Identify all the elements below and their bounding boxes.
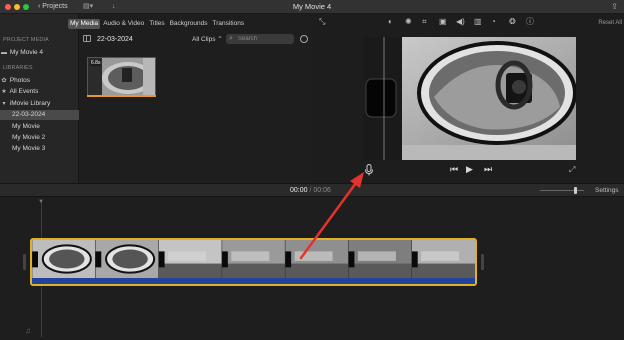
layout-icon[interactable]: ▤▾ <box>83 2 93 12</box>
sidebar-item-all-events[interactable]: ★ All Events <box>0 87 79 97</box>
window-title: My Movie 4 <box>292 2 332 11</box>
noise-equalizer-icon[interactable]: ▥ <box>474 17 482 27</box>
download-arrow-icon[interactable]: ↓ <box>112 2 116 12</box>
timeline-header: 00:00 / 00:06 Settings <box>0 183 624 197</box>
timeline-settings-button[interactable]: Settings <box>595 187 619 195</box>
speed-icon[interactable]: ◔ <box>491 17 496 27</box>
play-icon[interactable]: ▶ <box>466 163 473 175</box>
zoom-window-button[interactable] <box>23 4 29 10</box>
film-icon: ▬ <box>1 50 7 56</box>
clip-used-indicator <box>87 95 156 97</box>
clip-filmstrip <box>32 240 475 278</box>
playhead-marker-icon[interactable]: ▼ <box>38 199 44 205</box>
tab-my-media[interactable]: My Media <box>68 19 101 29</box>
share-icon[interactable]: ⇪ <box>611 2 618 12</box>
timeline-left-handle[interactable] <box>23 254 26 270</box>
stabilization-icon[interactable]: ▣ <box>439 17 447 27</box>
viewer-video-frame <box>364 37 576 160</box>
color-correction-icon[interactable]: ✺ <box>405 17 412 27</box>
chevron-left-icon: ‹ <box>38 3 41 10</box>
photos-icon: ✿ <box>1 78 7 84</box>
sidebar-event-22-03-2024[interactable]: 22-03-2024 <box>0 110 79 120</box>
time-separator: / <box>309 187 312 194</box>
mic-glyph <box>365 164 373 176</box>
sidebar-event-my-movie-3[interactable]: My Movie 3 <box>0 144 79 154</box>
filmstrip-frame <box>158 240 222 278</box>
filmstrip-frame <box>411 240 475 278</box>
timecode: 00:00 / 00:06 <box>290 187 331 195</box>
current-time: 00:00 <box>290 187 308 194</box>
sidebar-event-my-movie-2[interactable]: My Movie 2 <box>0 133 79 143</box>
skip-back-icon[interactable]: ⏮ <box>450 163 458 175</box>
tab-transitions[interactable]: Transitions <box>211 19 247 29</box>
media-clip-thumbnail[interactable]: 6.8s <box>87 57 156 97</box>
sidebar-item-imovie-library[interactable]: ▾ iMovie Library <box>0 99 79 109</box>
sidebar-item-my-movie-4[interactable]: ▬ My Movie 4 <box>0 48 79 58</box>
reset-all-button[interactable]: Reset All <box>598 20 622 26</box>
close-window-button[interactable] <box>5 4 11 10</box>
tab-audio-video[interactable]: Audio & Video <box>101 19 146 29</box>
voiceover-mic-icon[interactable] <box>364 164 374 176</box>
clip-filter-icon[interactable]: ❂ <box>509 17 516 27</box>
disclosure-down-icon: ▾ <box>2 101 6 107</box>
tab-titles[interactable]: Titles <box>147 19 166 29</box>
media-browser-toolbar: 22-03-2024 All Clips ⌃ ⌕ <box>80 33 312 47</box>
browser-settings-icon[interactable] <box>300 35 308 43</box>
music-note-icon: ♫ <box>25 326 31 335</box>
timeline-right-handle[interactable] <box>481 254 484 270</box>
search-input[interactable] <box>238 34 292 44</box>
tab-backgrounds[interactable]: Backgrounds <box>168 19 210 29</box>
color-balance-icon[interactable]: ◐ <box>388 17 393 27</box>
clip-filter-dropdown[interactable]: All Clips ⌃ <box>192 35 223 44</box>
projects-button[interactable]: ‹ Projects <box>38 2 68 12</box>
zoom-slider-knob[interactable] <box>574 187 577 194</box>
magic-wand-icon[interactable]: ⤡ <box>319 17 325 27</box>
chevron-updown-icon: ⌃ <box>217 36 223 43</box>
volume-icon[interactable]: ◀) <box>456 17 465 27</box>
viewer-toolbar: ⤡ ◐ ✺ ⌗ ▣ ◀) ▥ ◔ ❂ ⓘ Reset All <box>314 16 624 30</box>
media-tabs: My Media Audio & Video Titles Backgrounds Tr… <box>68 19 247 29</box>
video-preview-image <box>364 37 576 160</box>
sidebar-event-my-movie[interactable]: My Movie <box>0 122 79 132</box>
total-time: 00:06 <box>313 187 331 194</box>
skip-forward-icon[interactable]: ⏭ <box>484 163 492 175</box>
clip-duration: 6.8s <box>90 60 102 66</box>
filmstrip-frame <box>94 240 159 278</box>
minimize-window-button[interactable] <box>14 4 20 10</box>
title-bar: ‹ Projects ▤▾ ↓ My Movie 4 ⇪ <box>0 0 624 14</box>
event-title: 22-03-2024 <box>97 36 133 43</box>
fullscreen-icon[interactable]: ⤢ <box>569 164 575 176</box>
timeline-clip[interactable] <box>30 238 477 286</box>
filmstrip-frame <box>32 240 96 278</box>
sidebar-item-photos[interactable]: ✿ Photos <box>0 76 79 86</box>
toggle-sidebar-icon[interactable] <box>83 35 91 42</box>
filmstrip-frame <box>348 240 412 278</box>
libraries-header: LIBRARIES <box>3 65 33 71</box>
filmstrip-frame <box>221 240 286 278</box>
crop-icon[interactable]: ⌗ <box>422 17 427 27</box>
clip-audio-track[interactable] <box>32 278 475 284</box>
info-icon[interactable]: ⓘ <box>526 17 534 27</box>
project-media-header: PROJECT MEDIA <box>3 37 49 43</box>
search-icon: ⌕ <box>229 35 233 42</box>
search-field[interactable]: ⌕ <box>226 34 294 44</box>
star-icon: ★ <box>1 89 7 95</box>
timeline-zoom-slider[interactable] <box>540 187 584 194</box>
filmstrip-frame <box>284 240 349 278</box>
projects-label: Projects <box>42 3 68 10</box>
